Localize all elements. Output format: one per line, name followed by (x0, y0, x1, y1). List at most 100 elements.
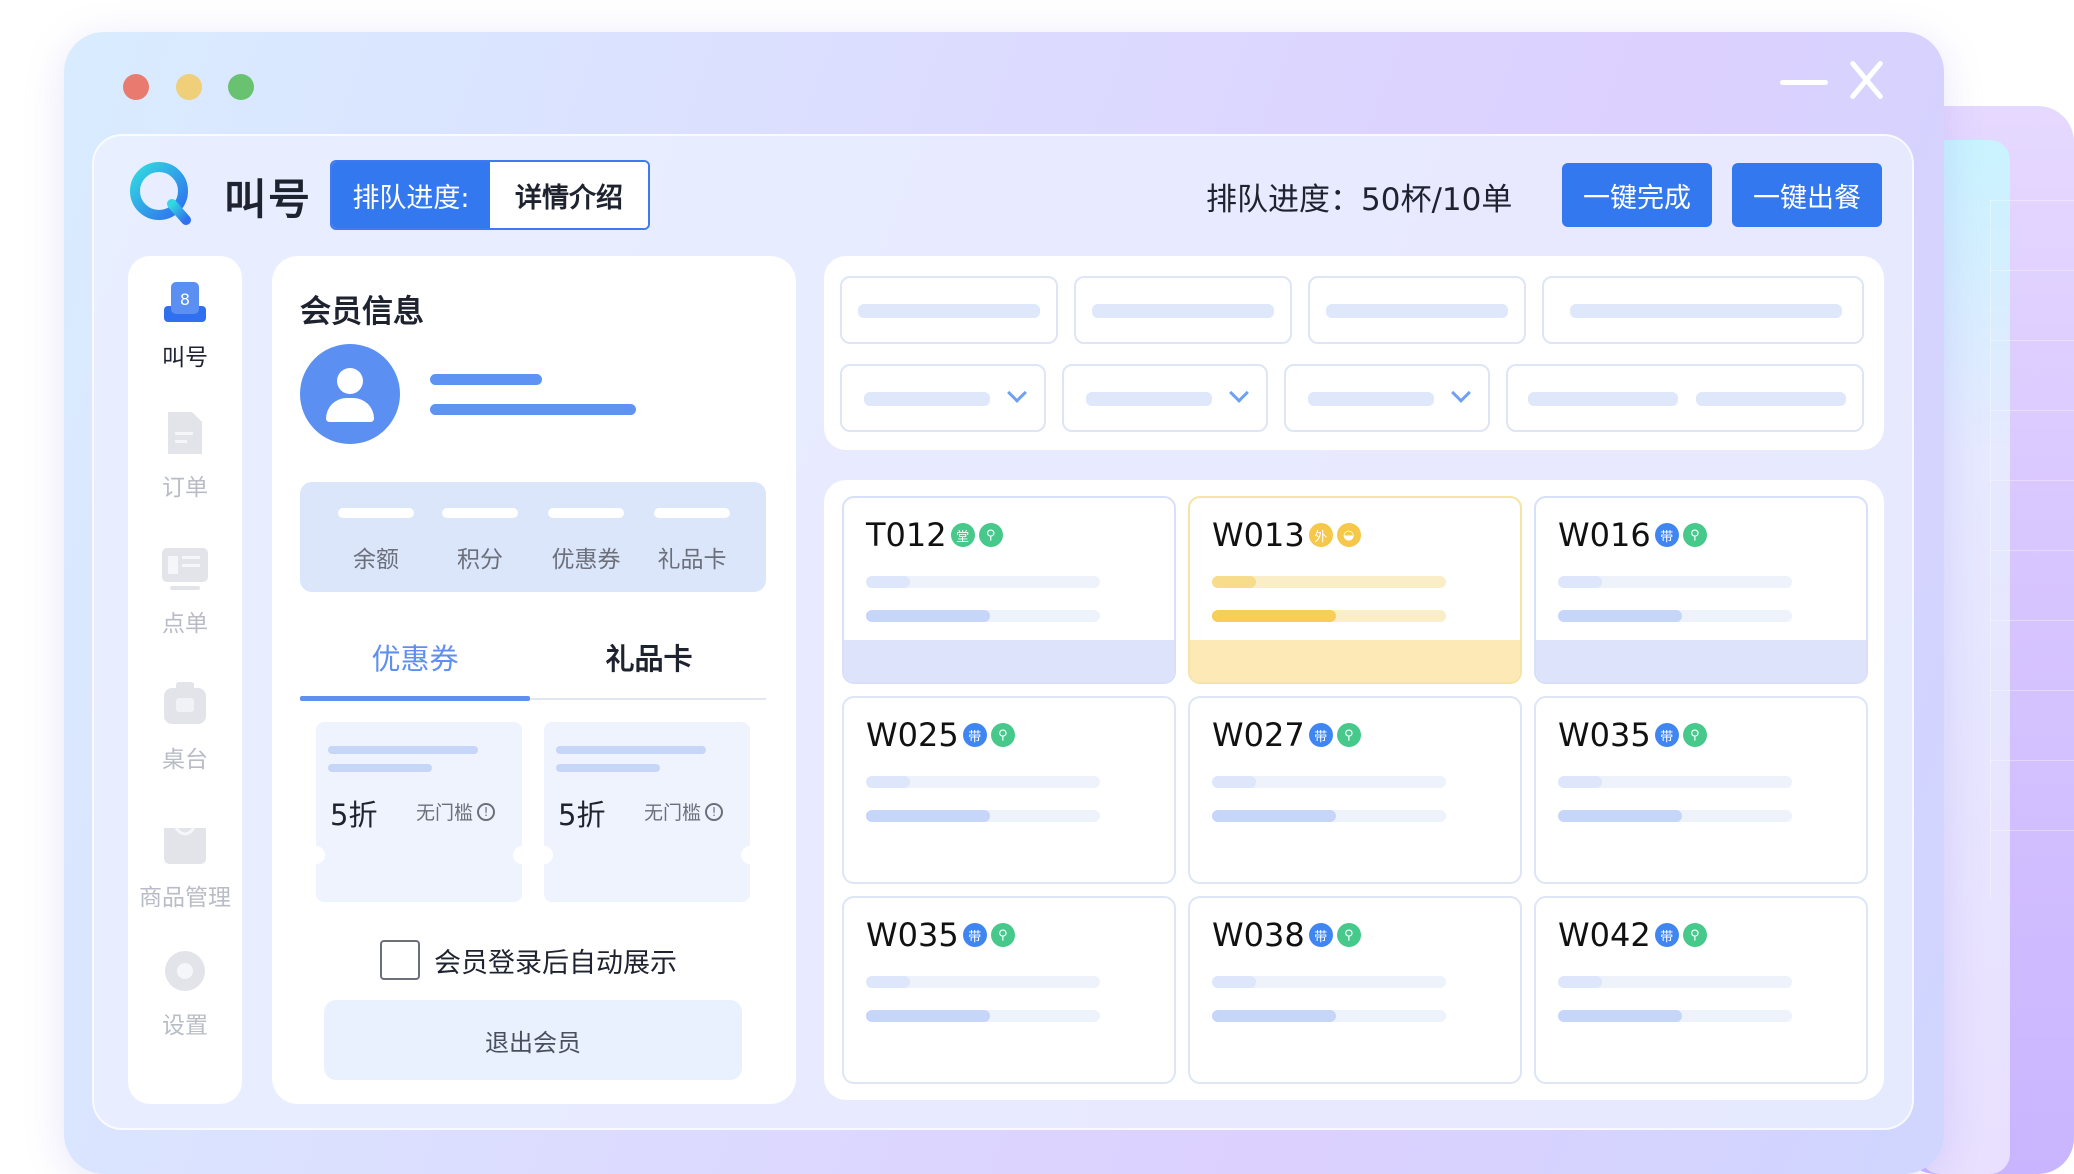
order-card[interactable]: W025 带 ⚲ (842, 696, 1176, 884)
sidebar-item-label: 订单 (162, 475, 208, 501)
filter-input[interactable] (1542, 276, 1864, 344)
minimize-icon[interactable] (1780, 80, 1828, 85)
chevron-down-icon (1451, 383, 1471, 403)
coupon-card[interactable]: 5折 无门槛 ! (535, 722, 759, 902)
giftcard-value-placeholder (654, 508, 730, 518)
order-code-text: W035 (866, 916, 959, 954)
sidebar-item-menu[interactable]: 点单 (128, 544, 242, 638)
avatar-head-icon (337, 368, 363, 394)
filter-dropdown[interactable] (840, 364, 1046, 432)
order-card[interactable]: W016 带 ⚲ (1534, 496, 1868, 684)
logout-member-button[interactable]: 退出会员 (324, 1000, 742, 1080)
order-type-badge: 带 (1308, 723, 1333, 747)
sidebar-item-products[interactable]: 商品管理 (128, 818, 242, 912)
maximize-dot-button[interactable] (228, 74, 254, 100)
detail-intro-tab[interactable]: 详情介绍 (490, 162, 648, 228)
coupon-value: 5折 (330, 798, 378, 832)
app-logo-icon (130, 162, 191, 225)
order-code-text: W038 (1212, 916, 1305, 954)
menu-icon (162, 548, 208, 590)
order-code-text: W013 (1212, 516, 1305, 554)
tab-coupon[interactable]: 优惠券 (300, 636, 530, 678)
sidebar-item-call[interactable]: 8 叫号 (128, 278, 242, 372)
sidebar-item-settings[interactable]: 设置 (128, 946, 242, 1040)
date-end-placeholder (1696, 392, 1846, 406)
coupon-notch (741, 846, 759, 864)
coupon-value-placeholder (548, 508, 624, 518)
order-card[interactable]: W042 带 ⚲ (1534, 896, 1868, 1084)
sidebar-item-table[interactable]: 桌台 (128, 680, 242, 774)
order-type-badge: 带 (1654, 923, 1679, 947)
table-icon (164, 682, 206, 724)
order-type-badge: 带 (1654, 723, 1679, 747)
queue-progress-tab[interactable]: 排队进度: (332, 162, 490, 228)
filter-dropdown[interactable] (1062, 364, 1268, 432)
filter-placeholder (1326, 304, 1508, 318)
member-info-title: 会员信息 (300, 294, 424, 330)
minimize-dot-button[interactable] (176, 74, 202, 100)
avatar (300, 344, 400, 444)
app-title: 叫号 (224, 175, 313, 224)
filter-input[interactable] (840, 276, 1058, 344)
order-type-badge: 带 (962, 723, 987, 747)
filter-input[interactable] (1074, 276, 1292, 344)
order-channel-icon: ⚲ (1682, 723, 1707, 747)
balance-value-placeholder (338, 508, 414, 518)
order-line-fill (866, 976, 910, 988)
close-icon[interactable] (1846, 60, 1886, 100)
auto-show-checkbox-row[interactable]: 会员登录后自动展示 (380, 940, 677, 980)
order-type-badge: 带 (962, 923, 987, 947)
background-grid (1990, 200, 2074, 900)
order-channel-icon: ⚲ (1336, 923, 1361, 947)
order-channel-icon: ⚲ (990, 723, 1015, 747)
order-line-fill (1212, 810, 1336, 822)
order-type-badge: 外 (1308, 523, 1333, 547)
app-stage: 叫号 排队进度: 详情介绍 排队进度：50杯/10单 一键完成 一键出餐 8 叫… (0, 0, 2074, 1174)
order-card-footer (844, 640, 1174, 682)
member-name-placeholder (430, 374, 542, 385)
order-code: W016 带 ⚲ (1558, 516, 1707, 554)
filter-dropdown[interactable] (1284, 364, 1490, 432)
coupon-title-placeholder (556, 746, 706, 754)
order-code: W027 带 ⚲ (1212, 716, 1361, 754)
order-type-badge: 带 (1308, 923, 1333, 947)
close-dot-button[interactable] (123, 74, 149, 100)
order-card[interactable]: T012 堂 ⚲ (842, 496, 1176, 684)
order-code-text: T012 (866, 516, 947, 554)
order-channel-icon: ◒ (1336, 523, 1361, 547)
sidebar-item-order[interactable]: 订单 (128, 408, 242, 502)
complete-all-button[interactable]: 一键完成 (1562, 163, 1712, 227)
order-line-fill (1558, 810, 1682, 822)
tab-giftcard[interactable]: 礼品卡 (534, 636, 764, 678)
order-card[interactable]: W038 带 ⚲ (1188, 896, 1522, 1084)
dropdown-placeholder (864, 392, 990, 406)
sidebar-item-label: 设置 (162, 1013, 208, 1039)
order-line-fill (1558, 776, 1602, 788)
order-line-fill (1212, 1010, 1336, 1022)
sidebar-item-label: 点单 (162, 611, 208, 637)
coupon-card[interactable]: 5折 无门槛 ! (307, 722, 531, 902)
points-value-placeholder (442, 508, 518, 518)
order-line-fill (1212, 976, 1256, 988)
chevron-down-icon (1007, 383, 1027, 403)
coupon-note-text: 无门槛 (644, 802, 702, 824)
order-card[interactable]: W013 外 ◒ (1188, 496, 1522, 684)
order-code: T012 堂 ⚲ (866, 516, 1003, 554)
queue-progress-text: 排队进度：50杯/10单 (1206, 182, 1513, 218)
stat-coupon-label: 优惠券 (551, 547, 621, 573)
order-card[interactable]: W035 带 ⚲ (842, 896, 1176, 1084)
order-card[interactable]: W027 带 ⚲ (1188, 696, 1522, 884)
serve-all-button[interactable]: 一键出餐 (1732, 163, 1882, 227)
order-card[interactable]: W035 带 ⚲ (1534, 696, 1868, 884)
gear-icon (165, 951, 205, 991)
order-code: W035 带 ⚲ (1558, 716, 1707, 754)
auto-show-checkbox[interactable] (380, 940, 420, 980)
filter-input[interactable] (1308, 276, 1526, 344)
sidebar-item-label: 桌台 (162, 747, 208, 773)
order-line-fill (1212, 576, 1256, 588)
sidebar-item-label: 商品管理 (139, 885, 231, 911)
filter-placeholder (1570, 304, 1842, 318)
order-line-fill (866, 610, 990, 622)
filter-date-range[interactable] (1506, 364, 1864, 432)
order-code-text: W035 (1558, 716, 1651, 754)
